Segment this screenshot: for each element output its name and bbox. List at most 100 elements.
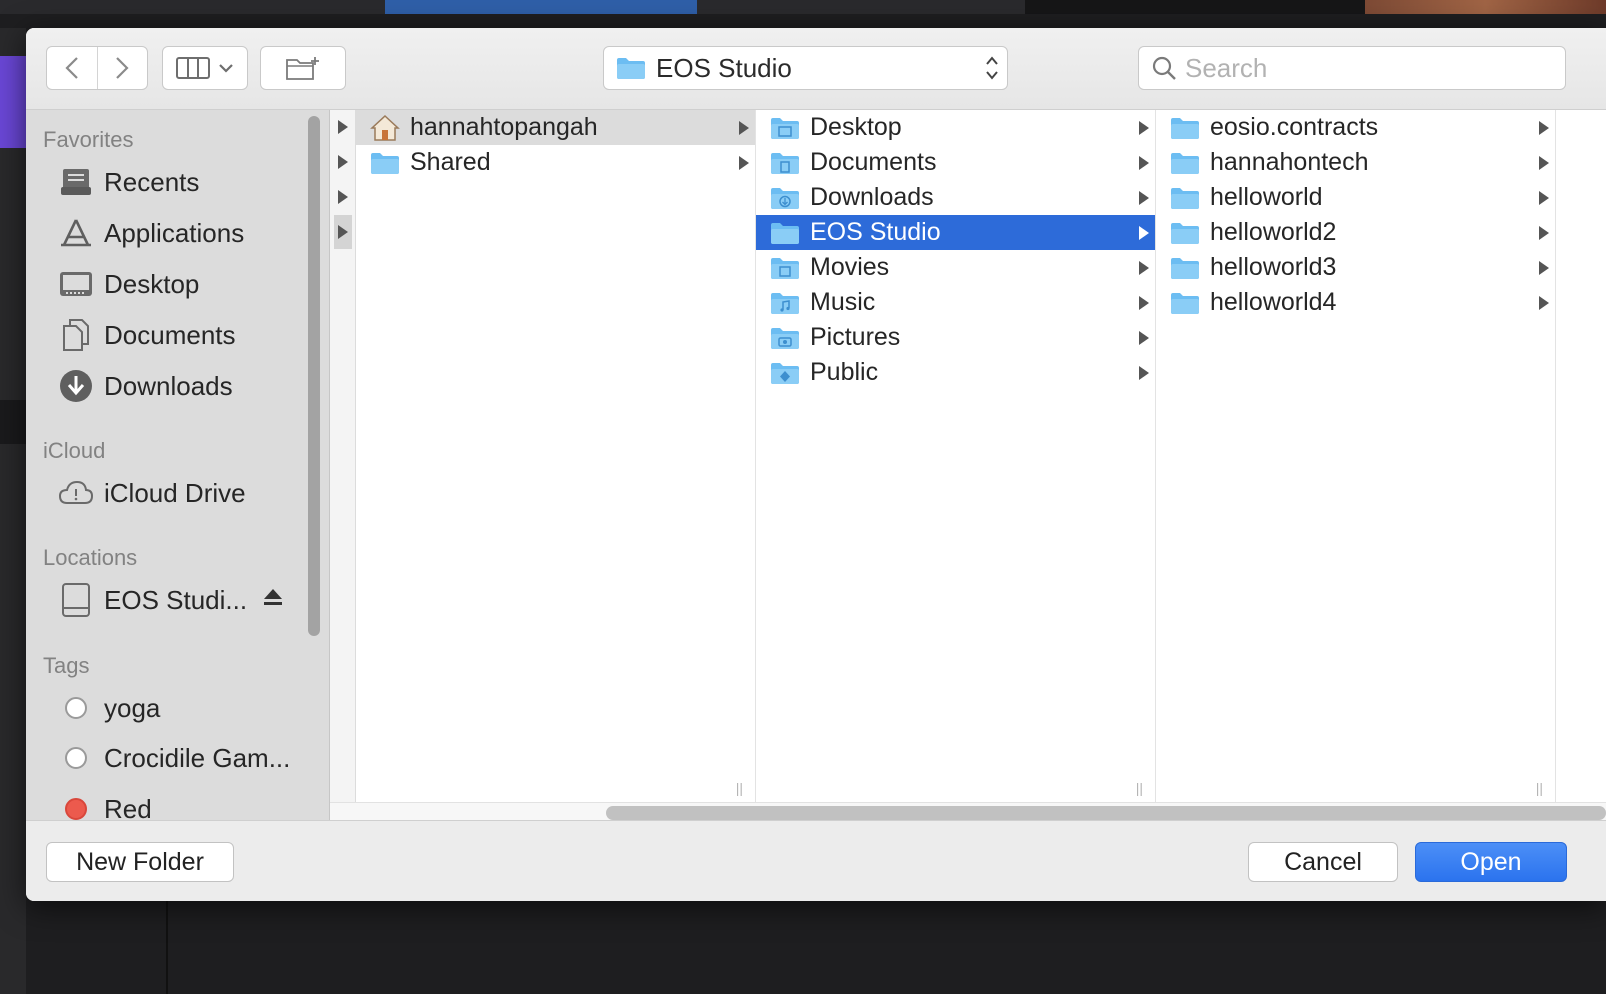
horizontal-scrollbar[interactable] (606, 806, 1606, 820)
disclosure-arrow-icon[interactable] (334, 145, 352, 179)
columns-view-icon (176, 57, 210, 79)
disclosure-arrow-icon (1133, 225, 1155, 240)
list-item-pictures[interactable]: Pictures (756, 320, 1155, 355)
search-field[interactable] (1138, 46, 1566, 90)
list-item-label: eosio.contracts (1210, 113, 1379, 141)
favorites-heading: Favorites (43, 127, 134, 152)
list-item-label: Desktop (810, 113, 902, 141)
view-mode-button[interactable] (162, 46, 248, 90)
chevron-down-icon (219, 64, 233, 73)
forward-button[interactable] (98, 47, 148, 89)
location-label: EOS Studio (656, 52, 792, 83)
recents-icon (61, 169, 91, 195)
sidebar-item-recents[interactable]: Recents (56, 160, 306, 204)
new-folder-button[interactable]: New Folder (46, 842, 234, 882)
sidebar-item-desktop[interactable]: Desktop (56, 262, 306, 306)
tag-dot-icon (65, 798, 87, 820)
icloud-icon (58, 480, 94, 504)
folder-icon (371, 152, 399, 174)
disclosure-arrow-icon[interactable] (334, 110, 352, 144)
list-item-label: Music (810, 288, 876, 316)
folder-icon (617, 58, 645, 79)
list-item-label: Public (810, 358, 879, 386)
new-folder-toolbar-button[interactable] (260, 46, 346, 90)
root-column (330, 110, 356, 802)
documents-folder-icon (771, 152, 799, 174)
list-item-documents[interactable]: Documents (756, 145, 1155, 180)
sidebar-item-label: Crocidile Gam... (104, 742, 291, 773)
column-resize-handle[interactable]: || (736, 780, 743, 796)
location-popup[interactable]: EOS Studio (603, 46, 1008, 90)
sidebar-item-label: yoga (104, 692, 161, 723)
column-resize-handle[interactable]: || (1536, 780, 1543, 796)
dialog-footer: New Folder Cancel Open (26, 820, 1606, 901)
cancel-button[interactable]: Cancel (1248, 842, 1398, 882)
list-item-label: Movies (810, 253, 890, 281)
folder-icon (1171, 187, 1199, 209)
disclosure-arrow-icon (1533, 155, 1555, 170)
sidebar-tag-yoga[interactable]: yoga (56, 686, 306, 730)
back-button[interactable] (47, 47, 98, 89)
sidebar-item-icloud-drive[interactable]: iCloud Drive (56, 471, 306, 515)
sidebar-scrollbar[interactable] (308, 116, 320, 636)
disclosure-arrow-icon (1533, 260, 1555, 275)
disclosure-arrow-icon (733, 155, 755, 170)
column-browser: hannahtopangah Shared || Desktop Documen… (330, 110, 1606, 820)
list-item-helloworld2[interactable]: helloworld2 (1156, 215, 1555, 250)
open-file-dialog: EOS Studio Favorites Recents Application… (26, 28, 1606, 901)
dialog-toolbar: EOS Studio (26, 28, 1606, 110)
disclosure-arrow-icon[interactable] (334, 215, 352, 249)
home-column: Desktop Documents Downloads EOS Studio M (756, 110, 1156, 802)
disclosure-arrow-icon[interactable] (334, 180, 352, 214)
open-button[interactable]: Open (1415, 842, 1567, 882)
back-forward-group (46, 46, 148, 90)
list-item-helloworld3[interactable]: helloworld3 (1156, 250, 1555, 285)
list-item-helloworld[interactable]: helloworld (1156, 180, 1555, 215)
applications-icon (61, 219, 91, 247)
pictures-folder-icon (771, 327, 799, 349)
disclosure-arrow-icon (1133, 295, 1155, 310)
list-item-music[interactable]: Music (756, 285, 1155, 320)
users-column: hannahtopangah Shared || (356, 110, 756, 802)
drive-icon (62, 583, 90, 617)
background-app-tab (385, 0, 697, 14)
sidebar-item-label: Desktop (104, 268, 200, 299)
sidebar-item-label: Applications (104, 217, 245, 248)
new-folder-icon (286, 57, 319, 80)
search-input[interactable] (1185, 52, 1545, 84)
list-item-label: EOS Studio (810, 218, 941, 246)
list-item-eos-studio[interactable]: EOS Studio (756, 215, 1155, 250)
list-item-label: hannahtopangah (410, 113, 598, 141)
eject-icon[interactable] (262, 586, 284, 613)
list-item-public[interactable]: Public (756, 355, 1155, 390)
column-resize-handle[interactable]: || (1136, 780, 1143, 796)
list-item-desktop[interactable]: Desktop (756, 110, 1155, 145)
tag-dot-icon (65, 747, 87, 769)
list-item-helloworld4[interactable]: helloworld4 (1156, 285, 1555, 320)
sidebar-item-downloads[interactable]: Downloads (56, 364, 306, 408)
desktop-icon (60, 272, 92, 296)
folder-icon (1171, 117, 1199, 139)
sidebar: Favorites Recents Applications Desktop D… (26, 110, 330, 824)
empty-column (1556, 110, 1606, 802)
list-item-label: helloworld4 (1210, 288, 1337, 316)
list-item-label: Downloads (810, 183, 934, 211)
list-item-hannahtopangah[interactable]: hannahtopangah (356, 110, 755, 145)
background-app-panel (0, 400, 26, 444)
eos-studio-column: eosio.contracts hannahontech helloworld … (1156, 110, 1556, 802)
sidebar-tag-crocidile-game[interactable]: Crocidile Gam... (56, 736, 306, 780)
list-item-movies[interactable]: Movies (756, 250, 1155, 285)
movies-folder-icon (771, 257, 799, 279)
list-item-downloads[interactable]: Downloads (756, 180, 1155, 215)
list-item-shared[interactable]: Shared (356, 145, 755, 180)
list-item-hannahontech[interactable]: hannahontech (1156, 145, 1555, 180)
list-item-label: hannahontech (1210, 148, 1369, 176)
background-app-left-strip (0, 28, 26, 994)
sidebar-item-documents[interactable]: Documents (56, 313, 306, 357)
sidebar-item-eos-studio-volume[interactable]: EOS Studi... (56, 578, 306, 622)
up-down-stepper-icon (977, 54, 1007, 82)
sidebar-item-label: iCloud Drive (104, 477, 246, 508)
disclosure-arrow-icon (1133, 120, 1155, 135)
sidebar-item-applications[interactable]: Applications (56, 211, 306, 255)
list-item-eosio-contracts[interactable]: eosio.contracts (1156, 110, 1555, 145)
